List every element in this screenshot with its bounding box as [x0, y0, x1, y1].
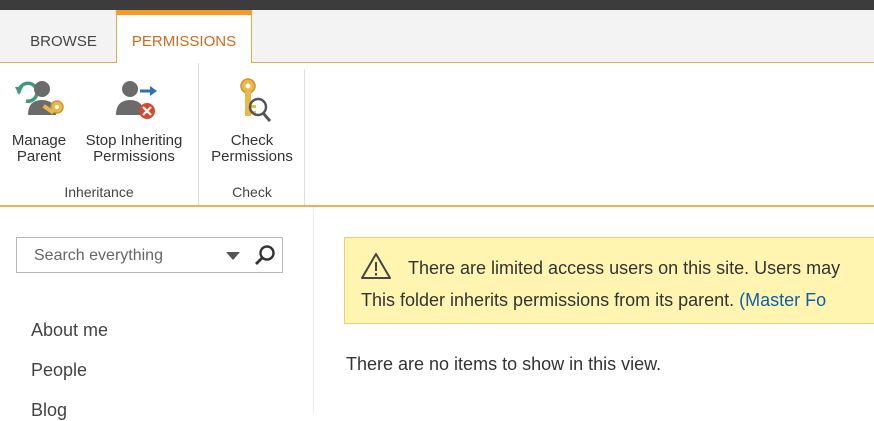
warning-icon: [361, 253, 391, 279]
ribbon: Manage Parent Stop Inheriting Permission…: [0, 63, 874, 205]
manage-parent-label-1: Manage: [11, 132, 67, 149]
search-scope-dropdown-icon[interactable]: [225, 250, 241, 262]
group-label-inheritance: Inheritance: [64, 184, 134, 200]
nav-item-blog[interactable]: Blog: [31, 400, 67, 421]
manage-parent-label-2: Parent: [16, 148, 62, 165]
tab-browse[interactable]: BROWSE: [16, 10, 111, 63]
banner-limited-access-text: There are limited access users on this s…: [408, 258, 841, 278]
ribbon-group-divider: [304, 69, 305, 205]
suite-bar: [0, 0, 874, 10]
status-banner: There are limited access users on this s…: [344, 237, 874, 324]
check-permissions-label-1: Check: [230, 132, 274, 149]
manage-parent-button[interactable]: Manage Parent: [4, 73, 74, 165]
ribbon-group-check: Check Permissions Check: [198, 63, 305, 205]
nav-item-about-me[interactable]: About me: [31, 320, 108, 341]
ribbon-tab-strip: BROWSE PERMISSIONS: [0, 10, 874, 65]
nav-item-people[interactable]: People: [31, 360, 87, 381]
check-permissions-button[interactable]: Check Permissions: [203, 73, 301, 165]
banner-inherits-label: This folder inherits permissions from it…: [361, 290, 740, 310]
search-box[interactable]: Search everything: [16, 237, 283, 273]
tab-permissions[interactable]: PERMISSIONS: [116, 10, 252, 65]
banner-parent-link[interactable]: (Master Fo: [739, 290, 826, 310]
search-input[interactable]: Search everything: [34, 247, 163, 265]
ribbon-group-inheritance: Manage Parent Stop Inheriting Permission…: [0, 63, 198, 205]
check-permissions-label-2: Permissions: [211, 148, 293, 165]
search-icon[interactable]: [253, 244, 277, 268]
stop-inheriting-label-2: Permissions: [93, 148, 175, 165]
stop-inheriting-button[interactable]: Stop Inheriting Permissions: [76, 73, 192, 165]
group-label-check: Check: [232, 184, 272, 200]
manage-parent-icon: [15, 81, 64, 115]
stop-inheriting-label-1: Stop Inheriting: [85, 132, 183, 149]
banner-inherits-text: This folder inherits permissions from it…: [361, 290, 826, 311]
empty-view-message: There are no items to show in this view.: [346, 354, 662, 374]
stop-inheriting-icon: [116, 81, 157, 119]
check-permissions-icon: [240, 78, 272, 122]
